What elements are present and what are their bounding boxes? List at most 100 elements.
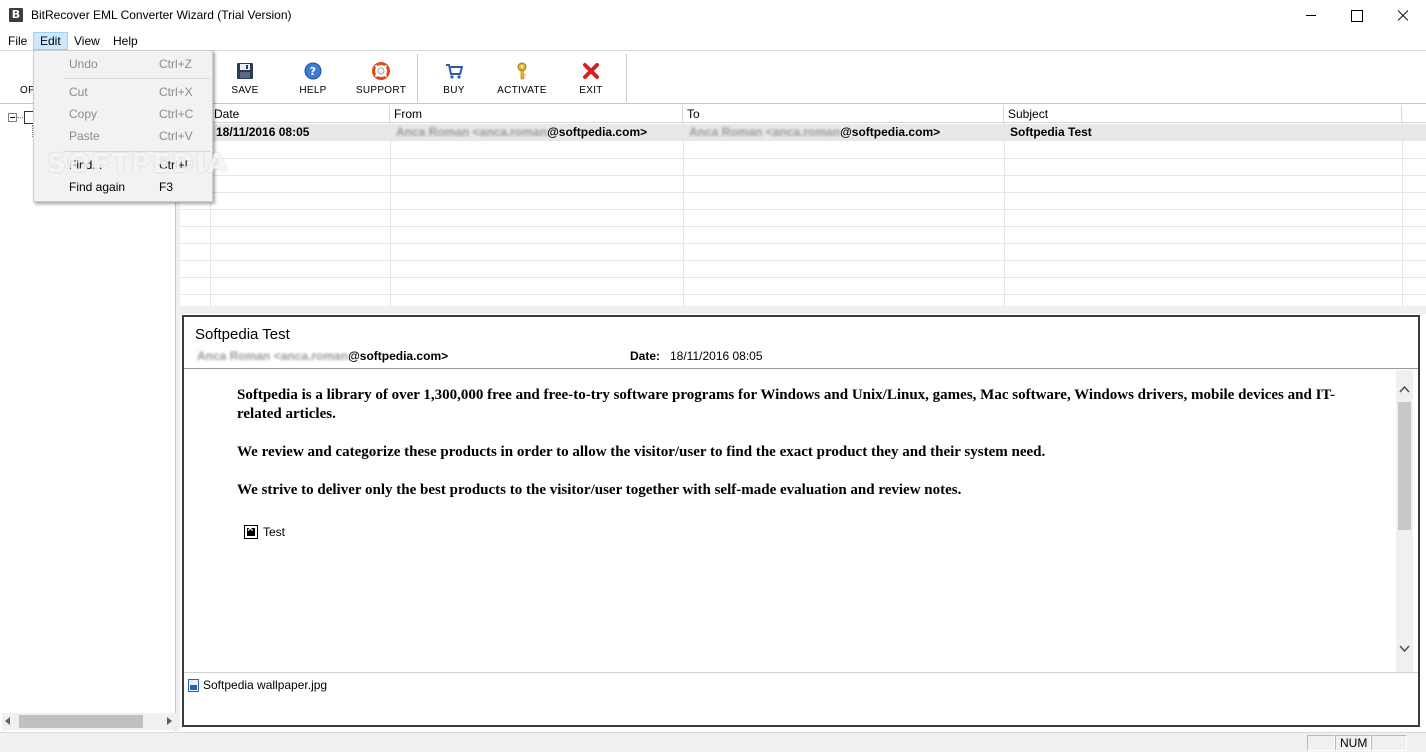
cell-to: Anca Roman <anca.roman@softpedia.com> <box>685 124 1003 141</box>
tree-horizontal-scrollbar[interactable] <box>2 713 176 730</box>
scroll-right-icon[interactable] <box>167 717 172 725</box>
horizontal-splitter[interactable] <box>180 306 1426 314</box>
softpedia-watermark: SOFTPEDIA <box>47 149 230 179</box>
scroll-down-icon[interactable] <box>1399 643 1410 654</box>
message-paragraph: Softpedia is a library of over 1,300,000… <box>237 387 1336 422</box>
table-row <box>180 261 1426 278</box>
title-bar: B BitRecover EML Converter Wizard (Trial… <box>0 0 1426 31</box>
menu-item-undo[interactable]: Undo Ctrl+Z <box>36 53 210 75</box>
menu-item-label: Undo <box>69 57 98 71</box>
menu-separator <box>64 78 210 79</box>
grid-header: Date From To Subject <box>180 105 1426 123</box>
embedded-image: Test <box>244 523 286 539</box>
maximize-button[interactable] <box>1334 0 1380 31</box>
attachments-area: Softpedia wallpaper.jpg <box>184 672 1418 725</box>
red-x-icon <box>583 63 599 79</box>
column-header-subject[interactable]: Subject <box>1004 105 1402 123</box>
redacted-name: Anca Roman <anca.roman <box>689 125 841 139</box>
menu-item-label: Cut <box>69 85 88 99</box>
scrollbar-thumb[interactable] <box>1398 402 1411 530</box>
menu-item-find-again[interactable]: Find again F3 <box>36 176 210 198</box>
app-icon: B <box>9 8 23 22</box>
table-row <box>180 193 1426 210</box>
scrollbar-thumb[interactable] <box>19 715 143 728</box>
table-row <box>180 244 1426 261</box>
lifebuoy-icon <box>372 62 390 80</box>
message-text: Softpedia is a library of over 1,300,000… <box>237 386 1347 519</box>
table-row[interactable]: 18/11/2016 08:05 Anca Roman <anca.roman@… <box>180 124 1426 141</box>
table-row <box>180 176 1426 193</box>
close-button[interactable] <box>1380 0 1426 31</box>
status-cell-caps <box>1307 735 1335 751</box>
grid-divider <box>1004 123 1005 306</box>
redacted-name: Anca Roman <anca.roman <box>396 125 548 139</box>
menu-edit[interactable]: Edit <box>33 32 68 50</box>
menu-file[interactable]: File <box>2 32 33 50</box>
minimize-button[interactable] <box>1288 0 1334 31</box>
menu-view[interactable]: View <box>68 32 106 50</box>
status-num: NUM <box>1335 735 1371 751</box>
menu-item-shortcut: Ctrl+V <box>159 129 193 143</box>
menu-bar: File Edit View Help <box>0 31 1426 51</box>
menu-item-paste[interactable]: Paste Ctrl+V <box>36 125 210 147</box>
column-header-from[interactable]: From <box>390 105 683 123</box>
support-button[interactable]: SUPPORT <box>352 58 410 102</box>
menu-item-shortcut: F3 <box>159 180 174 194</box>
menu-item-label: Paste <box>69 129 100 143</box>
message-paragraph: We review and categorize these products … <box>237 444 1046 460</box>
attachment-item[interactable]: Softpedia wallpaper.jpg <box>188 678 327 692</box>
preview-body[interactable]: Softpedia is a library of over 1,300,000… <box>186 370 1416 672</box>
scroll-left-icon[interactable] <box>5 717 10 725</box>
menu-item-copy[interactable]: Copy Ctrl+C <box>36 103 210 125</box>
preview-header: Softpedia Test Anca Roman <anca.roman@so… <box>184 317 1418 369</box>
cell-to-domain: @softpedia.com> <box>840 125 941 139</box>
image-alt-text: Test <box>263 525 286 539</box>
attachment-name: Softpedia wallpaper.jpg <box>203 678 328 692</box>
menu-item-cut[interactable]: Cut Ctrl+X <box>36 81 210 103</box>
redacted-name: Anca Roman <anca.roman <box>197 349 349 363</box>
column-header-to[interactable]: To <box>683 105 1004 123</box>
menu-item-shortcut: Ctrl+X <box>159 85 193 99</box>
column-header-date[interactable]: Date <box>210 105 390 123</box>
message-paragraph: We strive to deliver only the best produ… <box>237 482 962 498</box>
preview-vertical-scrollbar[interactable] <box>1396 370 1413 672</box>
exit-button[interactable]: EXIT <box>565 58 617 102</box>
preview-date-label: Date: <box>630 349 661 363</box>
table-row <box>180 159 1426 176</box>
activate-button[interactable]: ACTIVATE <box>492 58 552 102</box>
table-row <box>180 142 1426 159</box>
menu-item-label: Find again <box>69 180 126 194</box>
menu-item-shortcut: Ctrl+C <box>159 107 194 121</box>
scroll-up-icon[interactable] <box>1399 384 1410 395</box>
activate-label: ACTIVATE <box>497 85 547 96</box>
image-file-icon <box>188 679 199 692</box>
table-row <box>180 278 1426 295</box>
tree-collapse-toggle[interactable] <box>8 113 17 122</box>
svg-text:?: ? <box>310 65 317 78</box>
floppy-disk-icon <box>237 63 253 79</box>
status-bar: NUM <box>0 732 1426 752</box>
toolbar-separator <box>417 54 418 102</box>
email-list-grid: Date From To Subject 18/11/2016 08:05 An… <box>180 105 1426 306</box>
menu-help[interactable]: Help <box>107 32 144 50</box>
status-cell-scroll <box>1371 735 1407 751</box>
help-button[interactable]: ? HELP <box>287 58 339 102</box>
cell-subject: Softpedia Test <box>1010 125 1092 139</box>
save-button[interactable]: SAVE <box>219 58 271 102</box>
grid-divider <box>683 123 684 306</box>
preview-from: Anca Roman <anca.roman@softpedia.com> <box>197 349 448 363</box>
menu-item-shortcut: Ctrl+Z <box>159 57 192 71</box>
preview-from-domain: @softpedia.com> <box>348 349 449 363</box>
help-circle-icon: ? <box>304 62 322 80</box>
toolbar-separator <box>626 54 627 102</box>
edit-menu-dropdown: Undo Ctrl+Z Cut Ctrl+X Copy Ctrl+C Paste… <box>33 50 228 202</box>
buy-button[interactable]: BUY <box>428 58 480 102</box>
save-label: SAVE <box>231 85 259 96</box>
exit-label: EXIT <box>579 85 603 96</box>
table-row <box>180 210 1426 227</box>
window-title: BitRecover EML Converter Wizard (Trial V… <box>31 8 292 22</box>
grid-divider <box>390 123 391 306</box>
toolbar: OP SAVE ? HELP SUPPORT BUY ACTIVATE EXIT <box>0 52 1426 104</box>
message-preview: Softpedia Test Anca Roman <anca.roman@so… <box>182 315 1420 727</box>
cell-from-domain: @softpedia.com> <box>547 125 648 139</box>
